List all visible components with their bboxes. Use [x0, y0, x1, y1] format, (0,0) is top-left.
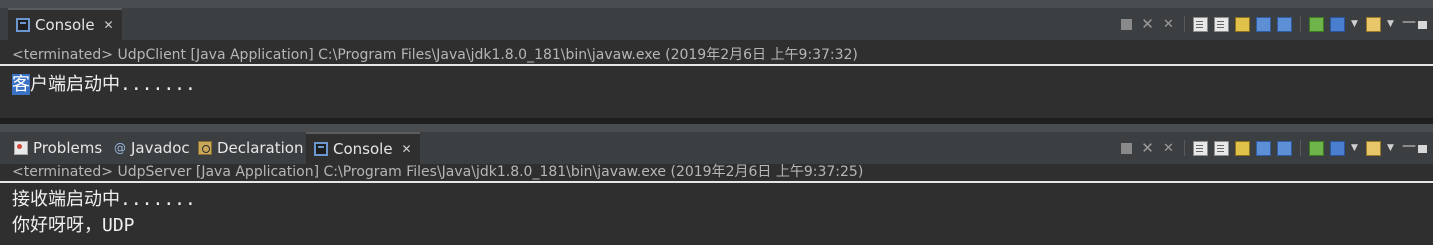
remove-all-terminated-icon[interactable]: ✕	[1161, 17, 1176, 32]
console-output-line[interactable]: 客户端启动中.......	[12, 70, 196, 96]
chevron-down-icon[interactable]: ▼	[1351, 17, 1360, 32]
remove-all-terminated-icon[interactable]: ✕	[1161, 141, 1176, 156]
minimize-icon[interactable]: —	[1402, 15, 1416, 32]
console-toolbar-top: ✕ ✕ ▼ ▼ —	[1119, 14, 1427, 34]
maximize-icon[interactable]	[1418, 21, 1427, 29]
chevron-down-icon[interactable]: ▼	[1351, 141, 1360, 156]
tab-console-top[interactable]: Console ✕	[8, 8, 122, 40]
new-console-icon[interactable]	[1366, 16, 1381, 32]
server-console-view: Problems @ Javadoc Declaration Console ✕…	[0, 124, 1433, 245]
tab-declaration[interactable]: Declaration	[190, 132, 311, 164]
selected-text: 客	[12, 74, 30, 95]
word-wrap-icon[interactable]	[1235, 140, 1250, 156]
show-on-output-icon[interactable]	[1256, 140, 1271, 156]
javadoc-icon: @	[114, 141, 126, 155]
process-status-label: <terminated> UdpServer [Java Application…	[12, 164, 864, 180]
display-console-icon[interactable]	[1330, 16, 1345, 32]
show-on-error-icon[interactable]	[1277, 16, 1292, 32]
pin-console-icon[interactable]	[1309, 140, 1324, 156]
output-text: 户端启动中.......	[30, 74, 196, 95]
word-wrap-icon[interactable]	[1235, 16, 1250, 32]
chevron-down-icon[interactable]: ▼	[1387, 17, 1396, 32]
console-icon	[314, 142, 328, 156]
top-tab-bar: Console ✕ ✕ ✕ ▼ ▼ —	[0, 0, 1433, 40]
maximize-icon[interactable]	[1418, 145, 1427, 153]
console-toolbar-bottom: ✕ ✕ ▼ ▼ —	[1119, 138, 1427, 158]
console-icon	[16, 18, 30, 32]
toolbar-separator	[1184, 140, 1185, 156]
chevron-down-icon[interactable]: ▼	[1387, 141, 1396, 156]
show-on-output-icon[interactable]	[1256, 16, 1271, 32]
display-console-icon[interactable]	[1330, 140, 1345, 156]
toolbar-separator	[1300, 140, 1301, 156]
remove-launch-icon[interactable]: ✕	[1140, 140, 1155, 156]
minimize-icon[interactable]: —	[1402, 139, 1416, 156]
tab-console-bottom[interactable]: Console ✕	[306, 132, 420, 164]
close-icon[interactable]: ✕	[402, 142, 412, 156]
clear-console-icon[interactable]	[1193, 16, 1208, 32]
problems-icon	[14, 141, 28, 155]
terminate-icon[interactable]	[1121, 142, 1132, 154]
tab-label: Javadoc	[131, 139, 190, 157]
tab-problems[interactable]: Problems	[6, 132, 110, 164]
client-console-view: Console ✕ ✕ ✕ ▼ ▼ — <terminated> UdpClie…	[0, 0, 1433, 118]
tab-label: Problems	[33, 139, 103, 157]
terminate-icon[interactable]	[1121, 18, 1132, 30]
clear-console-icon[interactable]	[1193, 140, 1208, 156]
tab-bar-strip	[0, 0, 1433, 8]
bottom-tab-bar: Problems @ Javadoc Declaration Console ✕…	[0, 124, 1433, 164]
scroll-lock-icon[interactable]	[1214, 140, 1229, 156]
process-status-label: <terminated> UdpClient [Java Application…	[12, 47, 858, 63]
tab-javadoc[interactable]: @ Javadoc	[106, 132, 198, 164]
new-console-icon[interactable]	[1366, 140, 1381, 156]
scroll-lock-icon[interactable]	[1214, 16, 1229, 32]
close-icon[interactable]: ✕	[104, 18, 114, 32]
tab-label: Declaration	[217, 139, 304, 157]
console-output-line[interactable]: 你好呀呀，UDP	[12, 211, 135, 237]
show-on-error-icon[interactable]	[1277, 140, 1292, 156]
pin-console-icon[interactable]	[1309, 16, 1324, 32]
divider	[0, 181, 1433, 183]
tab-label: Console	[333, 140, 393, 158]
toolbar-separator	[1300, 16, 1301, 32]
tab-label: Console	[35, 16, 95, 34]
toolbar-separator	[1184, 16, 1185, 32]
tab-bar-strip	[0, 124, 1433, 132]
console-output-line[interactable]: 接收端启动中.......	[12, 185, 196, 211]
divider	[0, 64, 1433, 66]
remove-launch-icon[interactable]: ✕	[1140, 16, 1155, 32]
declaration-icon	[198, 141, 212, 155]
